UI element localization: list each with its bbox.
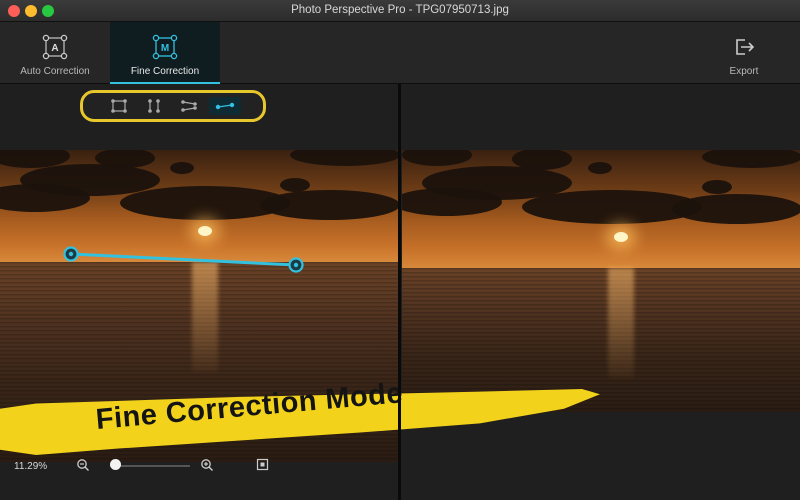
tab-fine-correction[interactable]: M Fine Correction bbox=[110, 22, 220, 84]
window-title: Photo Perspective Pro - TPG07950713.jpg bbox=[291, 4, 509, 16]
editor-area: Fine Correction Mode 11.29% bbox=[0, 84, 800, 500]
horizon-line-tool[interactable] bbox=[209, 97, 241, 115]
export-label: Export bbox=[729, 66, 759, 77]
vertical-lines-tool[interactable] bbox=[138, 97, 170, 115]
svg-text:M: M bbox=[161, 43, 169, 54]
svg-text:A: A bbox=[51, 43, 58, 54]
rectangle-points-icon bbox=[111, 99, 127, 113]
zoom-slider-handle[interactable] bbox=[109, 459, 121, 470]
auto-correction-icon: A bbox=[42, 34, 68, 60]
main-toolbar: A Auto Correction M Fine Correction Expo… bbox=[0, 22, 800, 84]
zoom-controls: 11.29% bbox=[0, 454, 398, 474]
horizon-line-icon bbox=[215, 102, 235, 110]
corrected-photo-preview bbox=[402, 150, 800, 412]
rectangle-points-tool[interactable] bbox=[103, 97, 135, 115]
zoom-slider-track[interactable] bbox=[110, 465, 190, 467]
zoom-in-icon[interactable] bbox=[200, 458, 214, 472]
tab-auto-correction[interactable]: A Auto Correction bbox=[10, 22, 100, 84]
preview-sea bbox=[402, 268, 800, 412]
export-icon bbox=[736, 39, 755, 55]
preview-sun bbox=[614, 232, 628, 242]
split-view-divider[interactable] bbox=[398, 84, 401, 500]
vertical-lines-icon bbox=[148, 99, 160, 113]
fine-correction-icon: M bbox=[152, 34, 178, 60]
fit-to-screen-icon[interactable] bbox=[256, 458, 269, 471]
tab-fine-correction-label: Fine Correction bbox=[130, 66, 200, 77]
tab-auto-correction-label: Auto Correction bbox=[20, 66, 90, 77]
horizontal-lines-tool[interactable] bbox=[173, 97, 205, 115]
zoom-percentage: 11.29% bbox=[14, 461, 48, 472]
title-bar: Photo Perspective Pro - TPG07950713.jpg bbox=[0, 0, 800, 22]
export-button[interactable]: Export bbox=[714, 22, 774, 84]
horizontal-lines-icon bbox=[181, 100, 197, 112]
correction-tool-group bbox=[80, 90, 266, 122]
zoom-out-icon[interactable] bbox=[76, 458, 90, 472]
